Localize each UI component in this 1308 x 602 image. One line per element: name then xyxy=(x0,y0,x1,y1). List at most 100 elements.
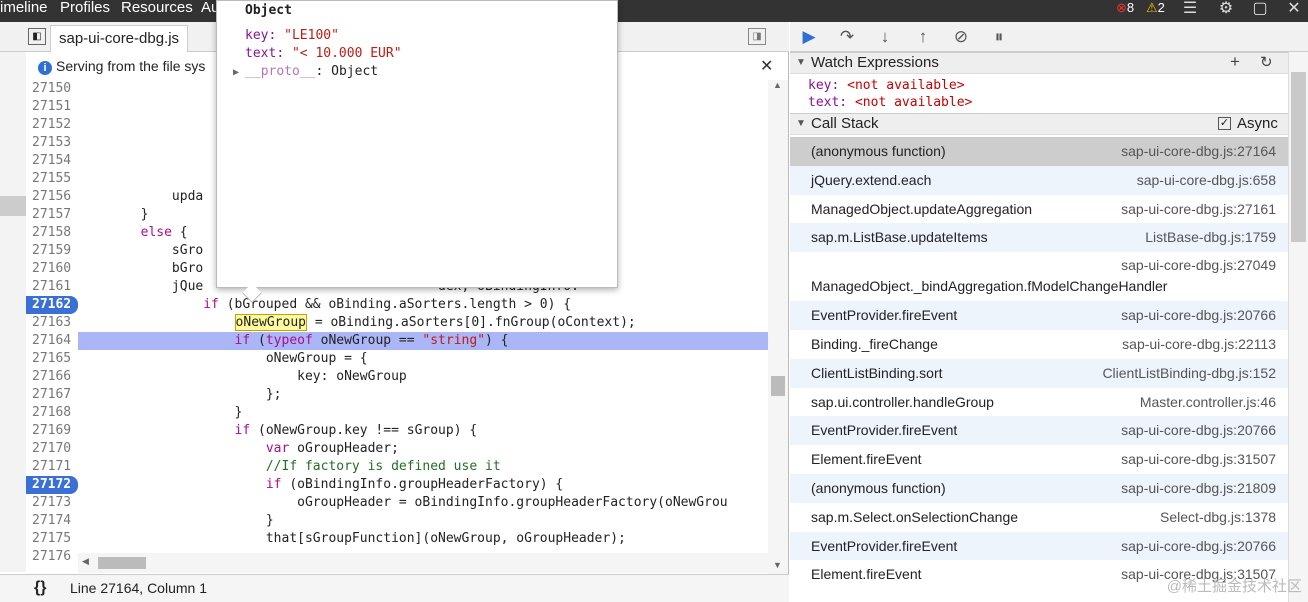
async-checkbox[interactable]: ✓ xyxy=(1218,117,1231,130)
code-line[interactable]: 27170 var oGroupHeader; xyxy=(26,440,768,458)
step-over-icon[interactable]: ↷ xyxy=(834,26,860,48)
error-count-badge[interactable]: ⊗8 xyxy=(1116,0,1134,20)
line-number[interactable]: 27161 xyxy=(26,278,78,296)
call-frame[interactable]: EventProvider.fireEvent sap-ui-core-dbg.j… xyxy=(790,531,1288,561)
code-line[interactable]: 27174 } xyxy=(26,512,768,530)
call-frame[interactable]: jQuery.extend.each sap-ui-core-dbg.js:658 xyxy=(790,165,1288,195)
gear-icon[interactable]: ⚙ xyxy=(1216,0,1236,20)
line-number[interactable]: 27169 xyxy=(26,422,78,440)
call-frame[interactable]: sap.m.Select.onSelectionChange Select-dbg… xyxy=(790,502,1288,532)
refresh-icon[interactable]: ↻ xyxy=(1260,53,1273,73)
call-frame[interactable]: (anonymous function) sap-ui-core-dbg.js:2… xyxy=(790,137,1288,166)
call-stack-header[interactable]: ▼ Call Stack ✓ Async xyxy=(790,113,1288,135)
line-number[interactable]: 27156 xyxy=(26,188,78,206)
frame-location[interactable]: sap-ui-core-dbg.js:658 xyxy=(1137,172,1276,188)
call-frame[interactable]: Element.fireEvent sap-ui-core-dbg.js:3150… xyxy=(790,445,1288,474)
line-number[interactable]: 27164 xyxy=(26,332,78,350)
scroll-thumb[interactable] xyxy=(1291,72,1306,242)
close-icon[interactable]: ✕ xyxy=(760,53,773,80)
code-line[interactable]: 27165 oNewGroup = { xyxy=(26,350,768,368)
line-number[interactable]: 27166 xyxy=(26,368,78,386)
code-line[interactable]: 27162 if (bGrouped && oBinding.aSorters.… xyxy=(26,296,768,314)
line-number[interactable]: 27173 xyxy=(26,494,78,512)
line-number[interactable]: 27163 xyxy=(26,314,78,332)
editor-horizontal-scrollbar[interactable]: ◀ xyxy=(78,553,768,573)
tab-resources[interactable]: Resources xyxy=(121,0,193,22)
frame-location[interactable]: sap-ui-core-dbg.js:20766 xyxy=(1121,307,1276,323)
code-line[interactable]: 27173 oGroupHeader = oBindingInfo.groupH… xyxy=(26,494,768,512)
line-number[interactable]: 27159 xyxy=(26,242,78,260)
code-line[interactable]: 27169 if (oNewGroup.key !== sGroup) { xyxy=(26,422,768,440)
line-number[interactable]: 27170 xyxy=(26,440,78,458)
step-out-icon[interactable]: ↑ xyxy=(910,26,936,48)
line-number[interactable]: 27171 xyxy=(26,458,78,476)
frame-location[interactable]: sap-ui-core-dbg.js:20766 xyxy=(1121,538,1276,554)
call-frame[interactable]: ClientListBinding.sort ClientListBinding-… xyxy=(790,358,1288,388)
line-number[interactable]: 27150 xyxy=(26,80,78,98)
scroll-down-icon[interactable]: ▼ xyxy=(773,560,782,570)
breakpoint-marker[interactable]: 27172 xyxy=(26,476,78,494)
code-line[interactable]: 27171 //If factory is defined use it xyxy=(26,458,768,476)
call-frame[interactable]: ManagedObject.updateAggregation sap-ui-co… xyxy=(790,194,1288,224)
step-into-icon[interactable]: ↓ xyxy=(872,26,898,48)
code-line[interactable]: 27168 } xyxy=(26,404,768,422)
line-number[interactable]: 27153 xyxy=(26,134,78,152)
frame-location[interactable]: sap-ui-core-dbg.js:20766 xyxy=(1121,422,1276,438)
line-number[interactable]: 27154 xyxy=(26,152,78,170)
frame-location[interactable]: sap-ui-core-dbg.js:27161 xyxy=(1121,201,1276,217)
hovered-token[interactable]: oNewGroup xyxy=(234,314,307,331)
call-frame[interactable]: ManagedObject._bindAggregation.fModelCha… xyxy=(790,252,1288,302)
frame-location[interactable]: Select-dbg.js:1378 xyxy=(1160,509,1276,525)
watch-expression[interactable]: text: <not available> xyxy=(808,95,972,110)
line-number[interactable]: 27158 xyxy=(26,224,78,242)
code-line[interactable]: 27166 key: oNewGroup xyxy=(26,368,768,386)
frame-location[interactable]: sap-ui-core-dbg.js:31507 xyxy=(1121,451,1276,467)
scroll-thumb[interactable] xyxy=(771,376,785,396)
scroll-up-icon[interactable]: ▲ xyxy=(773,80,782,90)
watch-expressions-header[interactable]: ▼ Watch Expressions + ↻ xyxy=(790,52,1288,74)
toggle-navigator-icon[interactable]: ◧ xyxy=(28,28,46,45)
call-frame[interactable]: sap.m.ListBase.updateItems ListBase-dbg.j… xyxy=(790,223,1288,253)
code-line[interactable]: 27175 that[sGroupFunction](oNewGroup, oG… xyxy=(26,530,768,548)
line-number[interactable]: 27157 xyxy=(26,206,78,224)
line-number[interactable]: 27155 xyxy=(26,170,78,188)
line-number[interactable]: 27160 xyxy=(26,260,78,278)
sidebar-scrollbar[interactable] xyxy=(1288,52,1308,602)
file-tab[interactable]: sap-ui-core-dbg.js xyxy=(50,25,189,52)
pretty-print-button[interactable]: {} xyxy=(34,575,46,601)
line-number[interactable]: 27176 xyxy=(26,548,78,566)
pause-on-exceptions-icon[interactable]: ⏸ xyxy=(986,26,1012,48)
frame-location[interactable]: sap-ui-core-dbg.js:21809 xyxy=(1121,480,1276,496)
frame-location[interactable]: ListBase-dbg.js:1759 xyxy=(1145,229,1276,245)
editor-vertical-scrollbar[interactable]: ▲ ▼ xyxy=(768,80,788,574)
line-number[interactable]: 27152 xyxy=(26,116,78,134)
warning-count-badge[interactable]: ⚠2 xyxy=(1146,0,1165,20)
add-watch-icon[interactable]: + xyxy=(1230,52,1240,72)
frame-location[interactable]: sap-ui-core-dbg.js:22113 xyxy=(1122,336,1276,352)
frame-location[interactable]: ClientListBinding-dbg.js:152 xyxy=(1102,365,1276,381)
call-frame[interactable]: Binding._fireChange sap-ui-core-dbg.js:22… xyxy=(790,330,1288,359)
deactivate-breakpoints-icon[interactable]: ⊘ xyxy=(948,26,974,48)
code-line[interactable]: 27163 oNewGroup = oBinding.aSorters[0].f… xyxy=(26,314,768,332)
popup-proto-row[interactable]: ▶ __proto__: Object xyxy=(233,64,378,79)
scroll-left-icon[interactable]: ◀ xyxy=(82,556,89,567)
frame-location[interactable]: sap-ui-core-dbg.js:27164 xyxy=(1121,143,1276,159)
current-execution-line[interactable]: 27164 if (typeof oNewGroup == "string") … xyxy=(26,332,768,350)
code-line[interactable]: 27172 if (oBindingInfo.groupHeaderFactor… xyxy=(26,476,768,494)
line-number[interactable]: 27168 xyxy=(26,404,78,422)
console-drawer-icon[interactable]: ☰ xyxy=(1180,0,1200,20)
frame-location[interactable]: Master.controller.js:46 xyxy=(1140,394,1276,410)
call-frame[interactable]: EventProvider.fireEvent sap-ui-core-dbg.j… xyxy=(790,416,1288,446)
call-frame[interactable]: sap.ui.controller.handleGroup Master.cont… xyxy=(790,387,1288,417)
breakpoint-marker[interactable]: 27162 xyxy=(26,296,78,314)
line-number[interactable]: 27165 xyxy=(26,350,78,368)
call-frame[interactable]: EventProvider.fireEvent sap-ui-core-dbg.j… xyxy=(790,301,1288,330)
tab-timeline[interactable]: imeline xyxy=(0,0,48,22)
expand-triangle-icon[interactable]: ▶ xyxy=(233,67,245,78)
line-number[interactable]: 27151 xyxy=(26,98,78,116)
tab-profiles[interactable]: Profiles xyxy=(60,0,110,22)
resume-icon[interactable]: ▶ xyxy=(796,26,822,48)
close-devtools-icon[interactable]: ✕ xyxy=(1284,0,1304,20)
line-number[interactable]: 27174 xyxy=(26,512,78,530)
frame-location[interactable]: sap-ui-core-dbg.js:27049 xyxy=(1121,257,1276,273)
